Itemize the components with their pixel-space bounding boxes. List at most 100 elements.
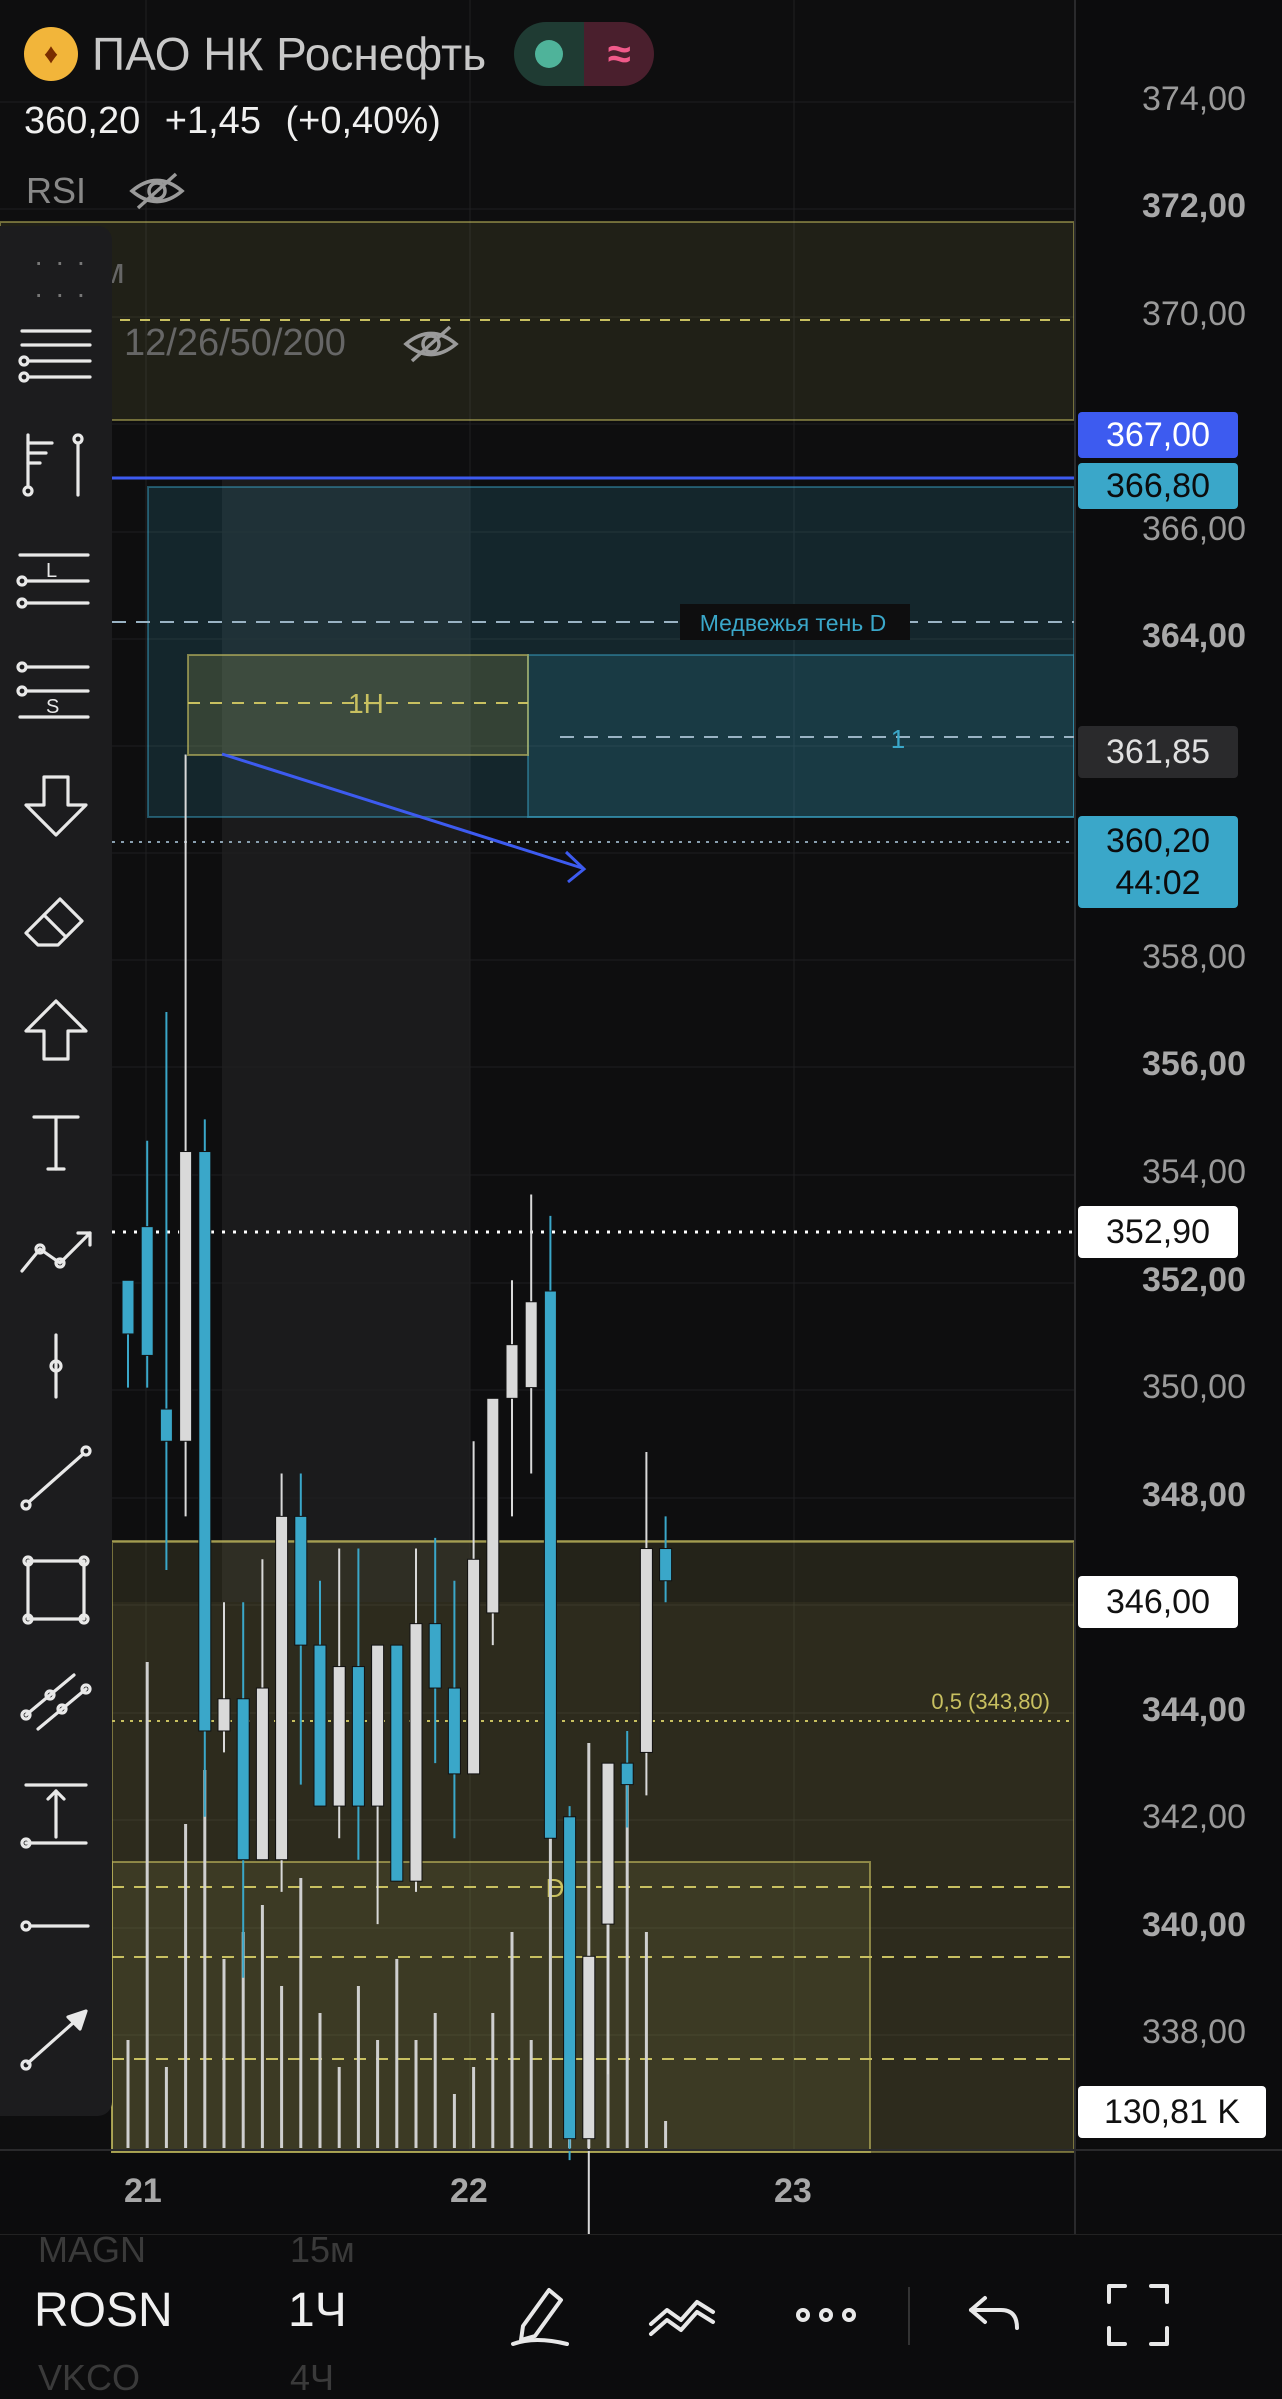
candle-body [428,1623,442,1689]
candle-body [543,1290,557,1839]
indicators-icon[interactable] [642,2279,722,2351]
last-price: 360,20 [24,100,141,142]
axis-tick: 340,00 [1142,1906,1246,1944]
axis-tick: 348,00 [1142,1476,1246,1514]
level-price-tag: 352,90 [1078,1206,1238,1258]
box-d [111,1861,871,2153]
current-price: 360,20 [1106,822,1210,860]
rosneft-logo: ♦ [24,27,78,81]
menu-lines-icon[interactable] [12,316,100,396]
candle-body [217,1698,231,1732]
candle-body [659,1548,673,1582]
candle-body [467,1558,481,1775]
ma-indicator-label[interactable]: 12/26/50/200 [124,322,460,365]
vertical-line-icon[interactable] [12,1326,100,1406]
short-position-icon[interactable]: S [12,654,100,734]
date-label: 21 [124,2172,162,2210]
price-change-percent: (+0,40%) [285,100,441,142]
candle-body [294,1515,308,1646]
alert-price-tag[interactable]: 367,00 [1078,412,1238,458]
axis-tick: 352,00 [1142,1261,1246,1299]
candle-body [351,1666,365,1807]
level-price-tag: 361,85 [1078,726,1238,778]
horizontal-ray-icon[interactable] [12,1886,100,1966]
eye-hidden-icon[interactable] [402,323,460,365]
level-price-tag: 346,00 [1078,1576,1238,1628]
trend-line-icon[interactable] [12,1438,100,1518]
long-position-icon[interactable]: L [12,542,100,622]
axis-tick: 374,00 [1142,80,1246,118]
undo-icon[interactable] [956,2279,1036,2351]
ghost-symbol: VKCO [38,2357,141,2398]
rsi-label: RSI [26,170,87,211]
candle-body [275,1515,289,1861]
candle-body [505,1344,519,1399]
instrument-header: ♦ ПАО НК Роснефть ≈ [24,22,655,86]
eye-hidden-icon[interactable] [128,170,186,212]
candle-body [639,1548,653,1753]
axis-tick: 356,00 [1142,1045,1246,1083]
eraser-icon[interactable] [12,878,100,958]
candle-body [159,1408,173,1442]
ghost-symbol: MAGN [38,2229,146,2270]
date-label: 22 [450,2172,488,2210]
axis-tick: 342,00 [1142,1798,1246,1836]
candle-body [236,1698,250,1861]
price-change: +1,45 [164,100,261,142]
candle-body [121,1279,135,1335]
candle-body [447,1687,461,1775]
draw-icon[interactable] [500,2279,580,2351]
market-status-pill[interactable]: ≈ [514,22,655,86]
axis-tick: 370,00 [1142,295,1246,333]
ghost-timeframe: 4Ч [290,2357,335,2398]
arrow-down-icon[interactable] [12,766,100,846]
timeframe-selector[interactable]: 1Ч [288,2283,347,2338]
candle-body [582,1955,596,2140]
candle-body [601,1762,615,1925]
volume-tag: 130,81 K [1078,2086,1266,2138]
axis-tick: 358,00 [1142,938,1246,976]
candle-body [409,1623,423,1882]
quote-line: 360,20 +1,45 (+0,40%) [24,100,455,143]
axis-tick: 364,00 [1142,617,1246,655]
svg-text:S: S [46,696,59,718]
text-icon[interactable] [12,1102,100,1182]
ghost-timeframe: 15м [290,2229,355,2270]
bear-shadow-label: Медвежья тень D [700,610,887,636]
symbol-selector[interactable]: ROSN [34,2283,173,2338]
level-1-label: 1 [891,724,905,754]
bar-countdown: 44:02 [1115,864,1201,902]
price-range-icon[interactable] [12,1774,100,1854]
fullscreen-icon[interactable] [1098,2279,1178,2351]
svg-text:L: L [46,560,57,582]
candle-body [198,1151,212,1732]
ma-periods: 12/26/50/200 [124,322,346,364]
drawing-toolbar: · · · · · · L S [0,226,112,2116]
axis-tick: 350,00 [1142,1368,1246,1406]
candle-body [390,1644,404,1882]
candle-body [332,1666,346,1807]
rectangle-icon[interactable] [12,1550,100,1630]
drag-handle-icon[interactable]: · · · · · · [34,246,88,310]
rsi-indicator-label[interactable]: RSI [26,170,186,212]
parallel-channel-icon[interactable] [12,1662,100,1742]
axis-tick: 366,00 [1142,510,1246,548]
candle-body [563,1816,577,2140]
path-icon[interactable] [12,1214,100,1294]
candle-body [524,1301,538,1389]
wave-icon: ≈ [584,22,655,86]
candle-body [620,1762,634,1786]
arrow-tool-icon[interactable] [12,1998,100,2078]
more-icon[interactable] [786,2279,866,2351]
box-1h-label: 1H [348,688,384,719]
axis-tick: 338,00 [1142,2013,1246,2051]
axis-tick: 372,00 [1142,187,1246,225]
current-price-tag: 360,20 44:02 [1078,816,1238,908]
level-price-tag: 366,80 [1078,463,1238,509]
divider [908,2287,910,2345]
candle-body [179,1151,193,1442]
bar-pattern-icon[interactable] [12,424,100,504]
arrow-up-icon[interactable] [12,990,100,1070]
date-label: 23 [774,2172,812,2210]
axis-tick: 344,00 [1142,1691,1246,1729]
